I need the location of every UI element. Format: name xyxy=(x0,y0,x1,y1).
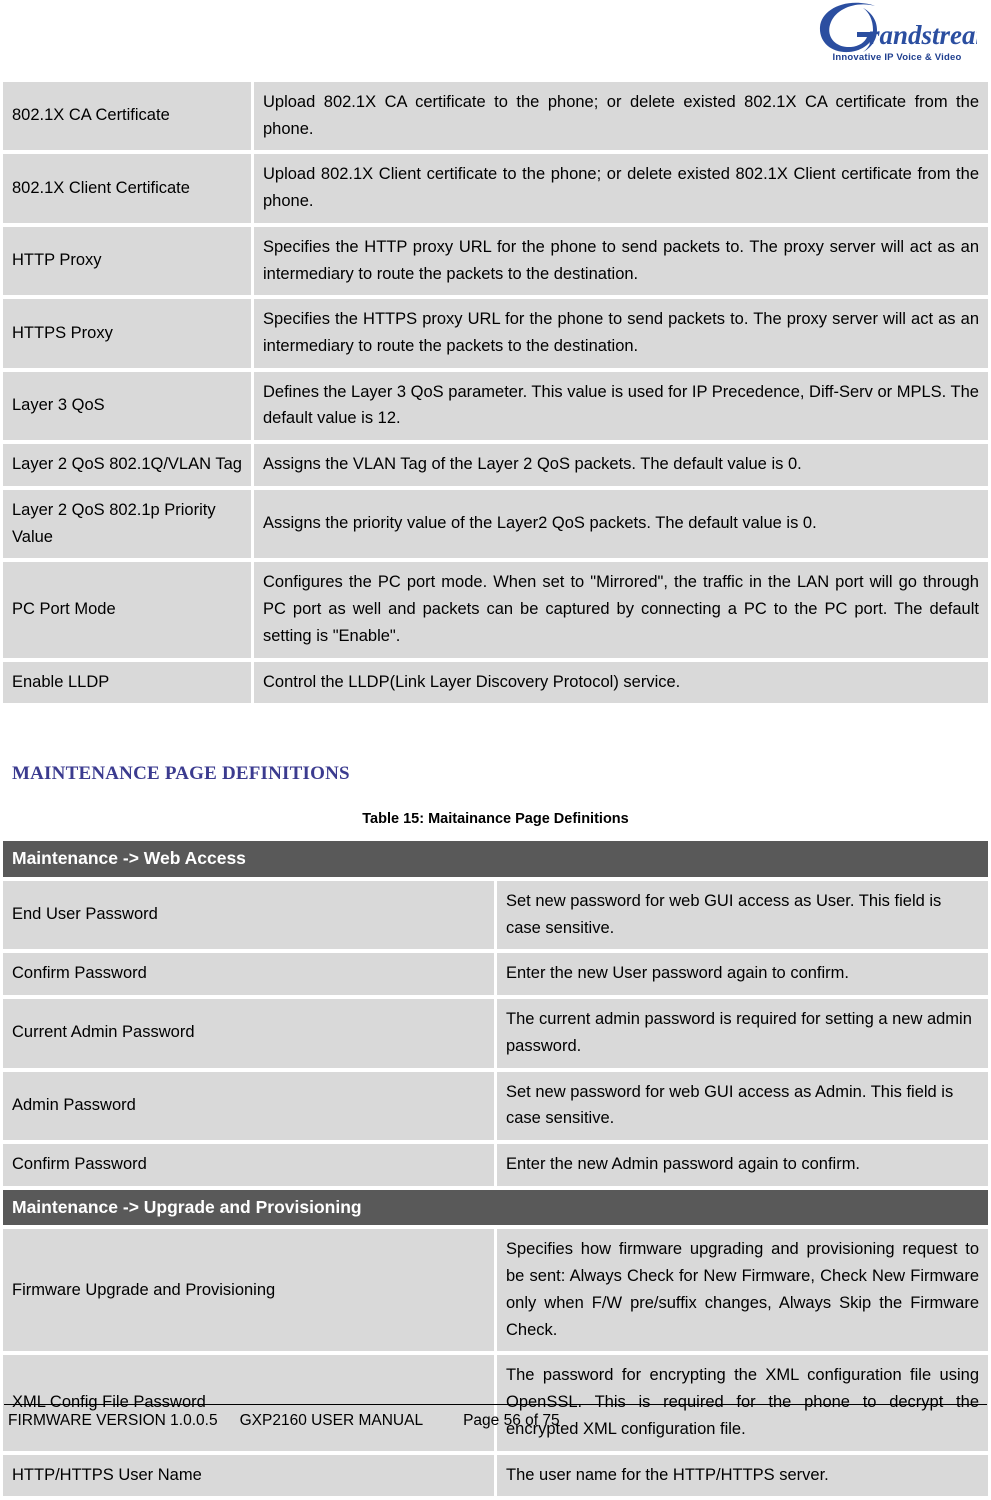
grandstream-logo: randstream Innovative IP Voice & Video xyxy=(817,2,991,76)
table-row: Enable LLDP Control the LLDP(Link Layer … xyxy=(3,661,988,704)
row-description: Control the LLDP(Link Layer Discovery Pr… xyxy=(254,661,988,704)
row-label: Enable LLDP xyxy=(3,661,251,704)
grandstream-logo-mark: randstream xyxy=(817,2,991,56)
row-label: 802.1X CA Certificate xyxy=(3,82,251,151)
row-description: Upload 802.1X Client certificate to the … xyxy=(254,154,988,223)
row-description: Specifies the HTTPS proxy URL for the ph… xyxy=(254,299,988,368)
footer-page-number: Page 56 of 75 xyxy=(463,1412,560,1429)
row-label: Layer 3 QoS xyxy=(3,371,251,441)
row-label: PC Port Mode xyxy=(3,562,251,658)
table-row: Firmware Upgrade and Provisioning Specif… xyxy=(3,1229,988,1352)
table-row: Admin Password Set new password for web … xyxy=(3,1071,988,1140)
table-row: HTTP/HTTPS User Name The user name for t… xyxy=(3,1454,988,1497)
row-label: Layer 2 QoS 802.1p Priority Value xyxy=(3,489,251,559)
table-row: Layer 2 QoS 802.1p Priority Value Assign… xyxy=(3,489,988,559)
row-label: HTTP/HTTPS User Name xyxy=(3,1454,494,1497)
footer-firmware-version: FIRMWARE VERSION 1.0.0.5 xyxy=(8,1412,218,1429)
table-row: Current Admin Password The current admin… xyxy=(3,999,988,1068)
table-row: Confirm Password Enter the new User pass… xyxy=(3,953,988,996)
network-definitions-table: 802.1X CA Certificate Upload 802.1X CA c… xyxy=(0,78,991,707)
row-description: Enter the new User password again to con… xyxy=(497,953,988,996)
row-label: HTTP Proxy xyxy=(3,226,251,296)
section-header-label: Maintenance -> Upgrade and Provisioning xyxy=(3,1189,988,1226)
table-row: HTTP Proxy Specifies the HTTP proxy URL … xyxy=(3,226,988,296)
footer-text: FIRMWARE VERSION 1.0.0.5 GXP2160 USER MAN… xyxy=(0,1405,991,1444)
row-label: Firmware Upgrade and Provisioning xyxy=(3,1229,494,1352)
page-footer: FIRMWARE VERSION 1.0.0.5 GXP2160 USER MAN… xyxy=(0,1404,991,1444)
row-label: End User Password xyxy=(3,880,494,950)
table-row: HTTPS Proxy Specifies the HTTPS proxy UR… xyxy=(3,299,988,368)
row-description: Specifies the HTTP proxy URL for the pho… xyxy=(254,226,988,296)
section-header-upgrade-provisioning: Maintenance -> Upgrade and Provisioning xyxy=(3,1189,988,1226)
footer-manual-name: GXP2160 USER MANUAL xyxy=(239,1412,424,1429)
table-row: PC Port Mode Configures the PC port mode… xyxy=(3,562,988,658)
row-description: Assigns the VLAN Tag of the Layer 2 QoS … xyxy=(254,444,988,486)
row-description: Set new password for web GUI access as A… xyxy=(497,1071,988,1140)
section-header-web-access: Maintenance -> Web Access xyxy=(3,841,988,877)
page-content: randstream Innovative IP Voice & Video 8… xyxy=(0,0,991,1500)
row-description: Specifies how firmware upgrading and pro… xyxy=(497,1229,988,1352)
row-description: The current admin password is required f… xyxy=(497,999,988,1068)
page-header: randstream Innovative IP Voice & Video xyxy=(0,0,991,78)
row-label: Layer 2 QoS 802.1Q/VLAN Tag xyxy=(3,444,251,486)
table-row: Layer 2 QoS 802.1Q/VLAN Tag Assigns the … xyxy=(3,444,988,486)
maintenance-table-body: Maintenance -> Web Access End User Passw… xyxy=(3,841,988,1497)
row-description: Defines the Layer 3 QoS parameter. This … xyxy=(254,371,988,441)
svg-text:randstream: randstream xyxy=(869,20,977,50)
row-label: Confirm Password xyxy=(3,953,494,996)
table-row: Layer 3 QoS Defines the Layer 3 QoS para… xyxy=(3,371,988,441)
row-description: Configures the PC port mode. When set to… xyxy=(254,562,988,658)
row-description: The user name for the HTTP/HTTPS server. xyxy=(497,1454,988,1497)
table-row: 802.1X Client Certificate Upload 802.1X … xyxy=(3,154,988,223)
table-row: End User Password Set new password for w… xyxy=(3,880,988,950)
table-row: Confirm Password Enter the new Admin pas… xyxy=(3,1144,988,1186)
table-row: 802.1X CA Certificate Upload 802.1X CA c… xyxy=(3,82,988,151)
maintenance-definitions-table: Maintenance -> Web Access End User Passw… xyxy=(0,837,991,1500)
row-label: HTTPS Proxy xyxy=(3,299,251,368)
network-table-body: 802.1X CA Certificate Upload 802.1X CA c… xyxy=(3,82,988,704)
row-label: 802.1X Client Certificate xyxy=(3,154,251,223)
row-label: Confirm Password xyxy=(3,1144,494,1186)
row-description: Upload 802.1X CA certificate to the phon… xyxy=(254,82,988,151)
row-description: Assigns the priority value of the Layer2… xyxy=(254,489,988,559)
row-label: Current Admin Password xyxy=(3,999,494,1068)
section-heading-maintenance: MAINTENANCE PAGE DEFINITIONS xyxy=(12,763,350,785)
row-description: Enter the new Admin password again to co… xyxy=(497,1144,988,1186)
row-description: Set new password for web GUI access as U… xyxy=(497,880,988,950)
table-caption: Table 15: Maitainance Page Definitions xyxy=(362,811,629,828)
row-label: Admin Password xyxy=(3,1071,494,1140)
section-header-label: Maintenance -> Web Access xyxy=(3,841,988,877)
